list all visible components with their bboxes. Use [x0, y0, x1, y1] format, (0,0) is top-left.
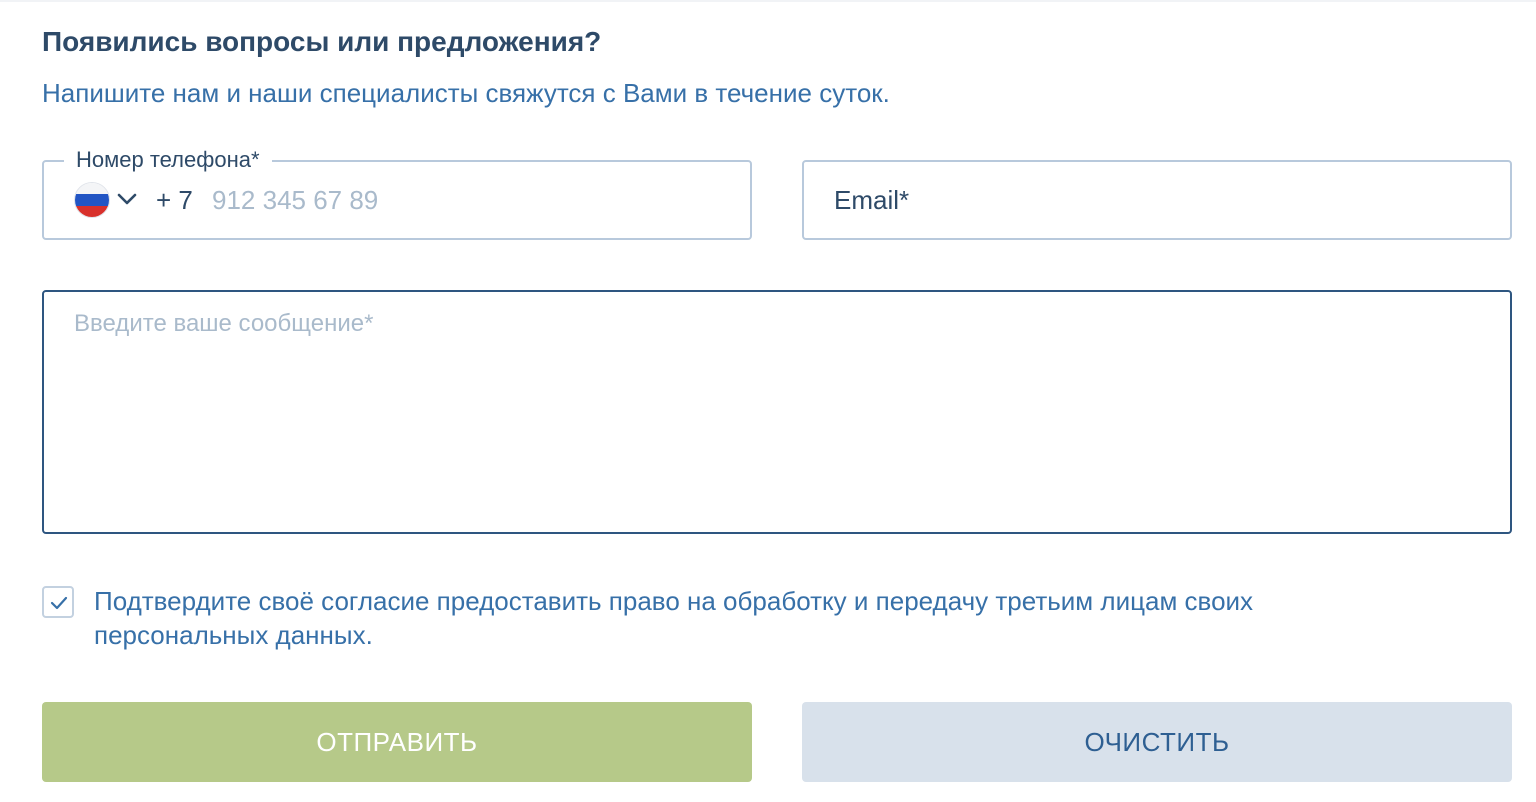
phone-input[interactable] — [212, 182, 712, 218]
phone-field: Номер телефона* + 7 — [42, 146, 752, 240]
form-subtitle: Напишите нам и наши специалисты свяжутся… — [42, 78, 890, 108]
clear-button[interactable]: ОЧИСТИТЬ — [802, 702, 1512, 782]
form-title: Появились вопросы или предложения? — [42, 26, 602, 57]
dial-code: + 7 — [156, 185, 193, 215]
submit-button[interactable]: ОТПРАВИТЬ — [42, 702, 752, 782]
message-textarea[interactable] — [74, 310, 1474, 510]
message-field — [42, 290, 1512, 534]
email-input[interactable] — [834, 182, 1474, 218]
checkmark-icon — [50, 596, 68, 610]
consent-text: Подтвердите своё согласие предоставить п… — [94, 586, 1254, 650]
email-field — [802, 160, 1512, 240]
consent-checkbox[interactable] — [42, 586, 74, 618]
chevron-down-icon[interactable] — [116, 188, 138, 210]
russia-flag-icon[interactable] — [74, 182, 110, 218]
phone-field-label: Номер телефона* — [64, 146, 272, 174]
contact-form: Появились вопросы или предложения? Напиш… — [0, 0, 1536, 802]
